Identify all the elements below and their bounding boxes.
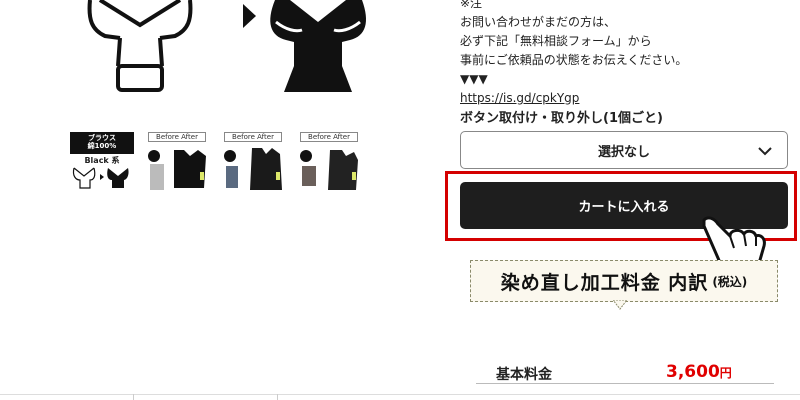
page-divider [0, 394, 800, 395]
order-notice: ※注 お問い合わせがまだの方は、 必ず下記「無料相談フォーム」から 事前にご依頼… [460, 0, 687, 108]
notice-line: お問い合わせがまだの方は、 [460, 15, 617, 29]
chevron-down-icon [758, 147, 772, 156]
thumbnail-coat-image [224, 148, 282, 190]
price-label: 基本料金 [496, 367, 552, 383]
after-blouse-image [270, 0, 366, 92]
thumbnail-strip: ブラウス 綿100% Black 系 Before After Before A… [70, 132, 362, 194]
thumbnail-before-after-1[interactable]: Before After [146, 132, 210, 194]
divider-tick [277, 394, 278, 400]
arrow-icon [243, 4, 256, 28]
thumbnail-before-after-3[interactable]: Before After [298, 132, 362, 194]
price-amount: 3,600 [666, 362, 720, 382]
before-blouse-image [87, 0, 193, 92]
thumbnail-blouse[interactable]: ブラウス 綿100% Black 系 [70, 132, 134, 194]
button-option-select[interactable]: 選択なし [460, 131, 788, 169]
before-after-label: Before After [224, 132, 282, 142]
button-option-label: ボタン取付け・取り外し(1個ごと) [460, 111, 663, 126]
banner-title: 染め直し加工料金 内訳 [500, 271, 709, 294]
thumbnail-tag: ブラウス 綿100% [70, 132, 134, 154]
divider-tick [133, 394, 134, 400]
thumbnail-blouse-image [72, 167, 129, 189]
price-value: 3,600円 [666, 362, 732, 382]
add-to-cart-label: カートに入れる [578, 200, 670, 215]
thumbnail-before-after-2[interactable]: Before After [222, 132, 286, 194]
before-after-label: Before After [300, 132, 358, 142]
notice-arrows: ▼▼▼ [460, 72, 488, 86]
consultation-form-link[interactable]: https://is.gd/cpkYgp [460, 89, 687, 108]
banner-tax-note: (税込) [712, 274, 748, 289]
price-unit: 円 [719, 366, 732, 380]
before-after-label: Before After [148, 132, 206, 142]
thumbnail-dress-image [300, 150, 358, 190]
notice-line: ※注 [460, 0, 483, 10]
before-after-illustration [87, 0, 366, 92]
banner-pointer [613, 300, 627, 310]
select-value: 選択なし [597, 144, 650, 160]
notice-line: 事前にご依頼品の状態をお伝えください。 [460, 53, 688, 67]
price-breakdown-banner: 染め直し加工料金 内訳 (税込) [470, 260, 778, 302]
thumbnail-jacket-image [148, 150, 206, 190]
price-row-base: 基本料金 3,600円 [476, 362, 774, 384]
notice-line: 必ず下記「無料相談フォーム」から [460, 34, 652, 48]
